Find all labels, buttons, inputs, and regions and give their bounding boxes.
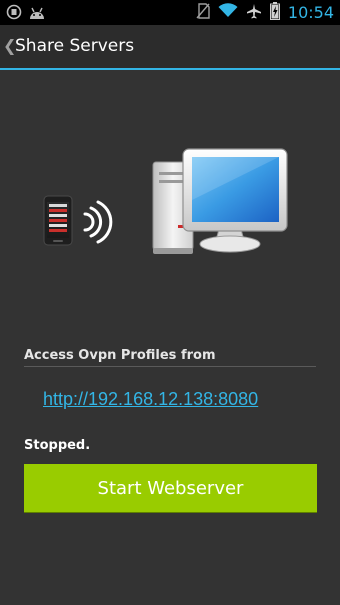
action-bar-divider [0,68,340,70]
section-label: Access Ovpn Profiles from [24,348,216,363]
section-divider [24,366,316,367]
phone-icon [43,195,73,246]
status-bar-notifications [6,4,46,24]
notification-icon [6,4,22,24]
wifi-icon [218,3,238,22]
battery-charging-icon [269,1,280,24]
status-bar-system: 10:54 [196,0,334,25]
no-sim-icon [196,2,210,23]
status-bar: 10:54 [0,0,340,25]
action-bar: ❮ Share Servers [0,25,340,68]
start-webserver-button[interactable]: Start Webserver [24,464,317,512]
page-title[interactable]: Share Servers [15,36,134,56]
android-icon [28,5,46,24]
wireless-signal-icon [83,200,113,244]
server-url-link[interactable]: http://192.168.12.138:8080 [43,389,258,410]
desktop-computer-icon [152,148,288,254]
server-status: Stopped. [24,438,91,453]
airplane-icon [246,3,262,23]
clock: 10:54 [287,3,334,22]
share-illustration [0,140,340,270]
